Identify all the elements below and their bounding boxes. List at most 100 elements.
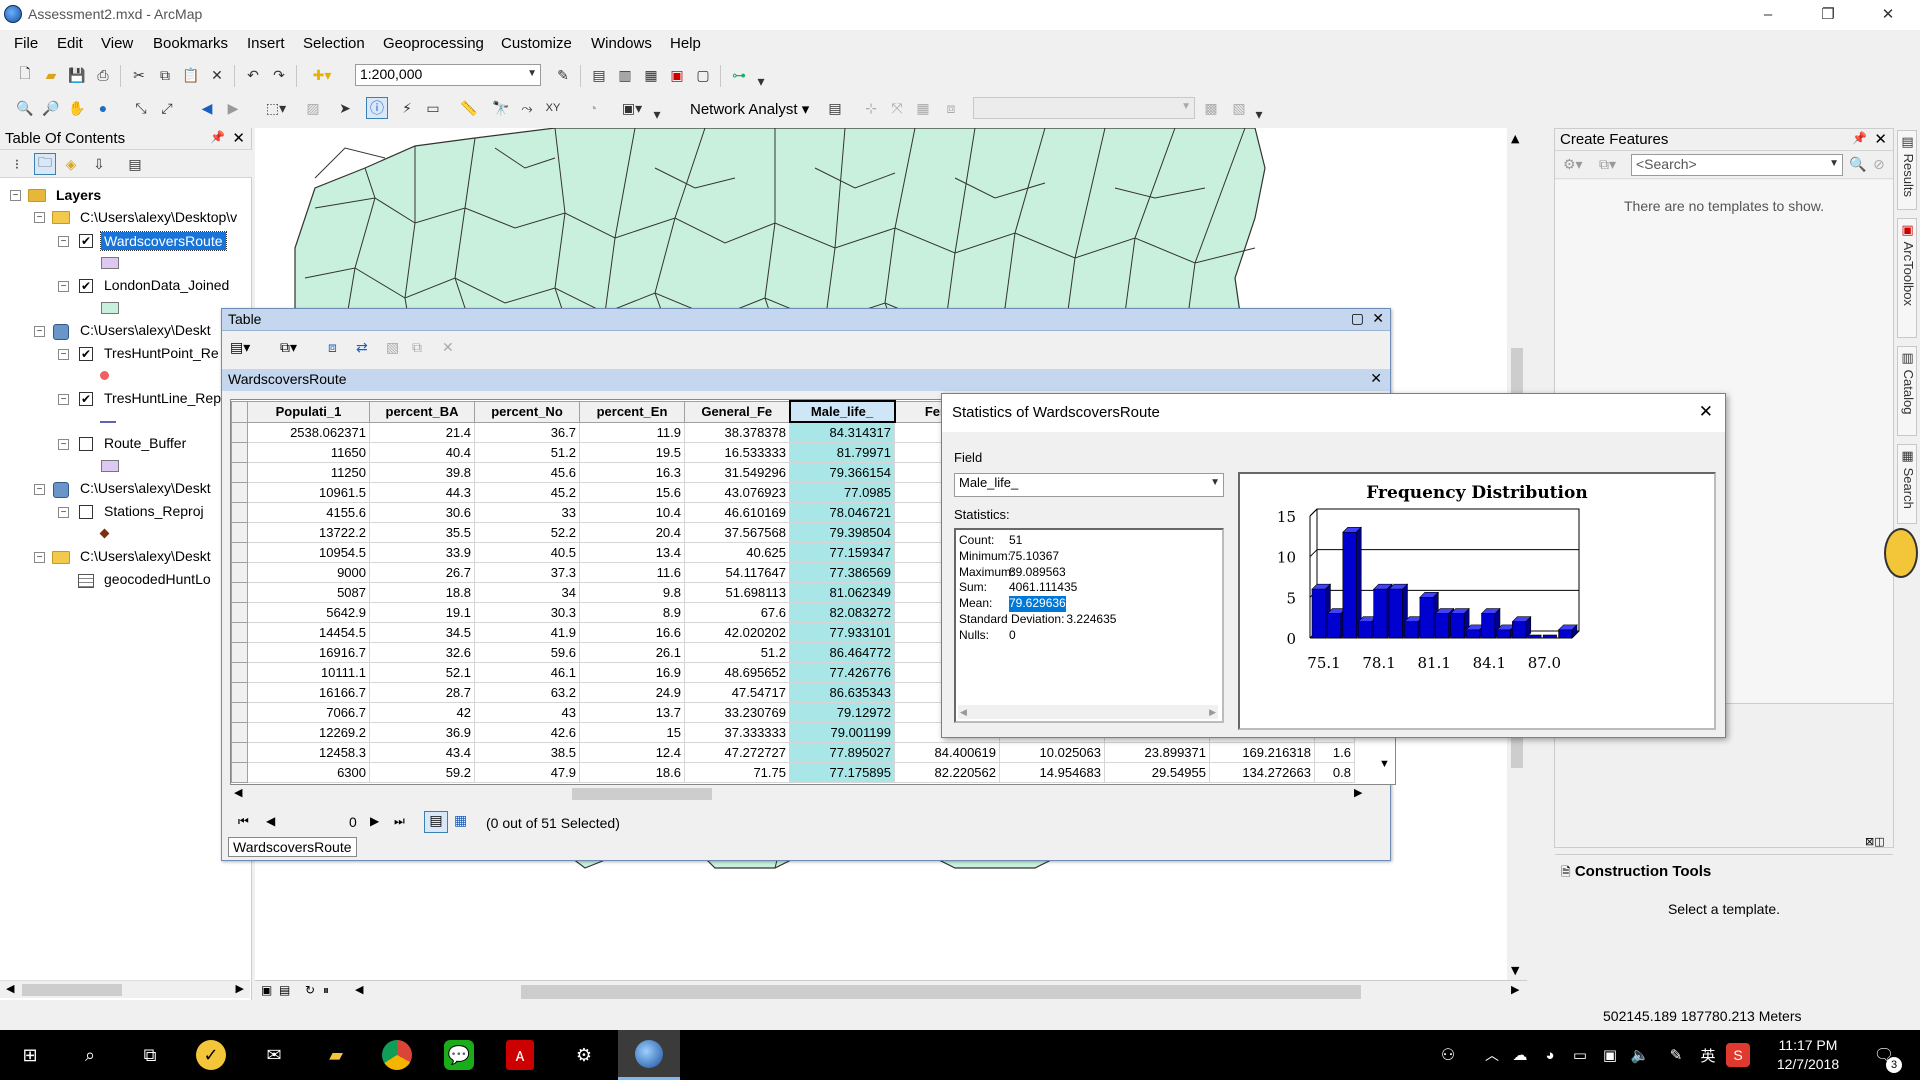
statistics-text-box[interactable]: Count: 51 Minimum: 75.10367 Maximum: 89.08956… xyxy=(954,528,1224,723)
table-cell[interactable]: 79.001199 xyxy=(789,721,895,743)
table-cell[interactable]: 51.2 xyxy=(474,441,580,463)
statistics-close-icon[interactable]: ✕ xyxy=(1699,402,1713,422)
menu-edit[interactable]: Edit xyxy=(57,35,83,52)
layer5-checkbox[interactable] xyxy=(79,437,93,451)
table-cell[interactable]: 16.533333 xyxy=(684,441,790,463)
table-cell[interactable]: 47.272727 xyxy=(684,741,790,763)
stats-scroll-left-icon[interactable]: ◀ xyxy=(960,705,967,721)
table-cell[interactable]: 4155.6 xyxy=(247,501,370,523)
table-cell[interactable]: 15 xyxy=(579,721,685,743)
open-folder-icon[interactable]: ▰ xyxy=(40,64,62,86)
table-cell[interactable]: 12458.3 xyxy=(247,741,370,763)
table-of-contents-icon[interactable]: ▤ xyxy=(588,64,610,86)
toc-close-icon[interactable]: ✕ xyxy=(232,129,245,147)
refresh-icon[interactable]: ↻ xyxy=(305,983,315,997)
battery-icon[interactable]: ▭ xyxy=(1564,1039,1596,1071)
table-cell[interactable]: 38.378378 xyxy=(684,421,790,443)
copy-icon[interactable]: ⧉ xyxy=(154,64,176,86)
layer-stations-reproj[interactable]: Stations_Reproj xyxy=(104,503,204,519)
group1-path[interactable]: C:\Users\alexy\Desktop\v xyxy=(80,209,250,225)
time-slider-icon[interactable]: ◔ xyxy=(582,97,604,119)
menu-geoprocessing[interactable]: Geoprocessing xyxy=(383,35,484,52)
catalog-window-icon[interactable]: ▥ xyxy=(614,64,636,86)
row-selector[interactable] xyxy=(231,641,248,663)
table-cell[interactable]: 134.272663 xyxy=(1209,761,1315,783)
select-elements-arrow-icon[interactable]: ➤ xyxy=(334,97,356,119)
grid-scroll-right-icon[interactable]: ▶ xyxy=(1354,786,1362,799)
table-cell[interactable]: 33.9 xyxy=(369,541,475,563)
table-cell[interactable]: 86.635343 xyxy=(789,681,895,703)
table-cell[interactable]: 7066.7 xyxy=(247,701,370,723)
layer2-checkbox[interactable]: ✔ xyxy=(79,279,93,293)
table-cell[interactable]: 42.020202 xyxy=(684,621,790,643)
clear-selection-icon[interactable]: ▨ xyxy=(302,97,324,119)
table-cell[interactable]: 79.398504 xyxy=(789,521,895,543)
hscroll-right-icon[interactable]: ▶ xyxy=(1511,983,1519,996)
table-cell[interactable]: 43.4 xyxy=(369,741,475,763)
related-tables-icon[interactable]: ⧉▾ xyxy=(280,339,297,356)
grid-horizontal-scrollbar[interactable]: ◀ ▶ xyxy=(230,785,1386,803)
table-cell[interactable]: 26.1 xyxy=(579,641,685,663)
menu-insert[interactable]: Insert xyxy=(247,35,285,52)
table-cell[interactable]: 10.4 xyxy=(579,501,685,523)
table-cell[interactable]: 40.5 xyxy=(474,541,580,563)
table-tab-close-icon[interactable]: ✕ xyxy=(1370,370,1382,387)
table-cell[interactable]: 45.6 xyxy=(474,461,580,483)
table-cell[interactable]: 32.6 xyxy=(369,641,475,663)
table-cell[interactable]: 38.5 xyxy=(474,741,580,763)
table-cell[interactable]: 86.464772 xyxy=(789,641,895,663)
measure-icon[interactable]: 📏 xyxy=(458,97,480,119)
table-cell[interactable]: 77.386569 xyxy=(789,561,895,583)
find-binoculars-icon[interactable]: 🔭 xyxy=(490,97,512,119)
python-window-icon[interactable]: ▢ xyxy=(692,64,714,86)
chrome-icon[interactable] xyxy=(382,1040,412,1070)
row-selector[interactable] xyxy=(231,581,248,603)
table-cell[interactable]: 1.6 xyxy=(1314,741,1355,763)
toolbar3-overflow-icon[interactable]: ▾ xyxy=(1254,103,1264,125)
next-record-icon[interactable]: ▶ xyxy=(370,814,379,828)
record-index[interactable]: 0 xyxy=(349,814,357,830)
table-cell[interactable]: 34 xyxy=(474,581,580,603)
select-by-attributes-icon[interactable]: ⧈ xyxy=(328,339,337,356)
search-window-icon[interactable]: ▦ xyxy=(640,64,662,86)
search-icon[interactable]: 🔍 xyxy=(1849,156,1866,173)
table-cell[interactable]: 77.0985 xyxy=(789,481,895,503)
table-cell[interactable]: 59.2 xyxy=(369,761,475,783)
table-cell[interactable]: 67.6 xyxy=(684,601,790,623)
minimize-button[interactable]: – xyxy=(1740,0,1796,30)
editor-toolbar-icon[interactable]: ✎ xyxy=(552,64,574,86)
undo-icon[interactable]: ↶ xyxy=(242,64,264,86)
layer3-collapse-icon[interactable]: − xyxy=(58,349,69,360)
table-cell[interactable]: 39.8 xyxy=(369,461,475,483)
first-record-icon[interactable]: ⏮ xyxy=(238,814,249,829)
table-cell[interactable]: 15.6 xyxy=(579,481,685,503)
table-cell[interactable]: 10954.5 xyxy=(247,541,370,563)
toolbar2-overflow-icon[interactable]: ▾ xyxy=(652,103,662,125)
delete-icon[interactable]: ✕ xyxy=(206,64,228,86)
row-selector[interactable] xyxy=(231,761,248,783)
table-cell[interactable]: 78.046721 xyxy=(789,501,895,523)
fixed-zoom-out-icon[interactable]: ⤢ xyxy=(156,97,178,119)
table-cell[interactable]: 77.933101 xyxy=(789,621,895,643)
search-icon[interactable]: ⌕ xyxy=(74,1039,106,1071)
table-cell[interactable]: 26.7 xyxy=(369,561,475,583)
tab-catalog[interactable]: ▥ Catalog xyxy=(1897,346,1917,436)
table-cell[interactable]: 10961.5 xyxy=(247,481,370,503)
taskbar-clock[interactable]: 11:17 PM 12/7/2018 xyxy=(1768,1036,1848,1074)
windows-start-icon[interactable]: ⊞ xyxy=(14,1039,46,1071)
table-cell[interactable]: 29.54955 xyxy=(1104,761,1210,783)
table-cell[interactable]: 84.314317 xyxy=(789,421,895,443)
table-cell[interactable]: 43 xyxy=(474,701,580,723)
close-button[interactable]: ✕ xyxy=(1860,0,1916,30)
layer-route-buffer[interactable]: Route_Buffer xyxy=(104,435,186,451)
column-header[interactable]: Populati_1 xyxy=(247,400,370,423)
layer-treshuntline[interactable]: TresHuntLine_Rep xyxy=(104,390,224,406)
row-selector[interactable] xyxy=(231,441,248,463)
row-selector[interactable] xyxy=(231,601,248,623)
layer1-collapse-icon[interactable]: − xyxy=(58,236,69,247)
row-selector[interactable] xyxy=(231,521,248,543)
table-cell[interactable]: 2538.062371 xyxy=(247,421,370,443)
group4-collapse-icon[interactable]: − xyxy=(34,552,45,563)
table-tab[interactable]: WardscoversRoute xyxy=(228,837,357,857)
grid-scroll-left-icon[interactable]: ◀ xyxy=(234,786,242,799)
